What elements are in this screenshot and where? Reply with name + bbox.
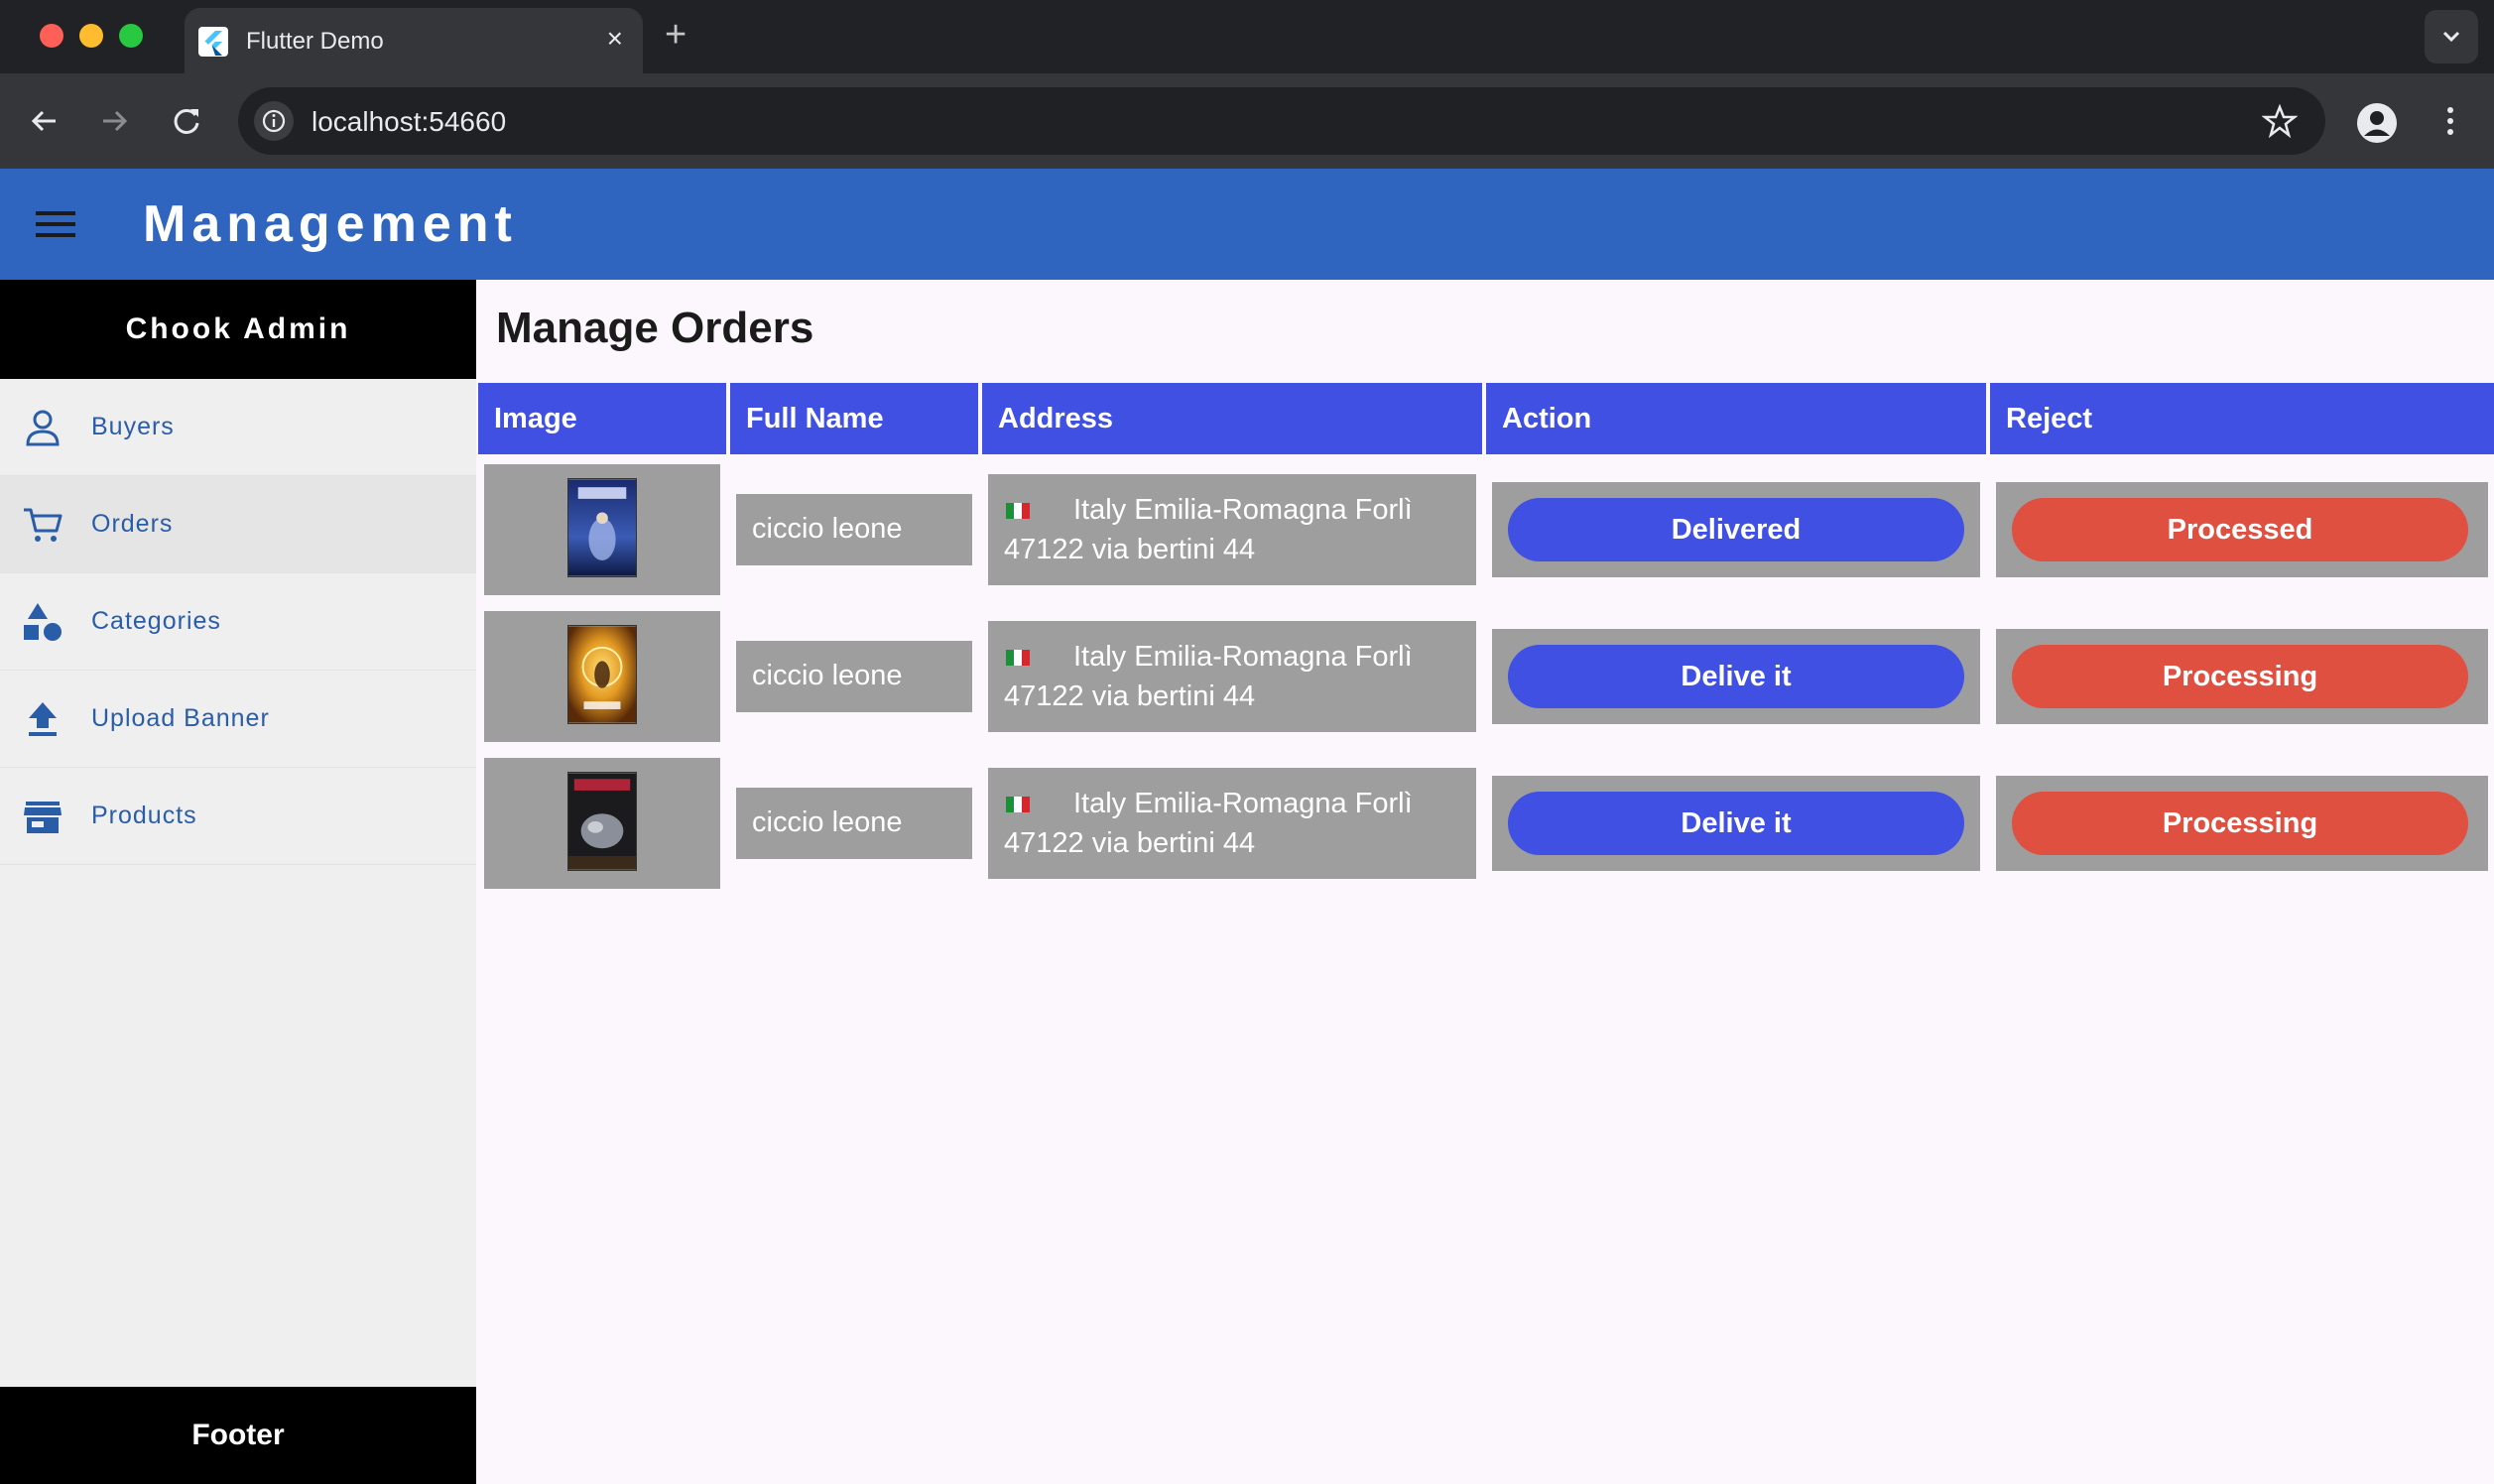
profile-avatar-icon[interactable]: [2355, 101, 2399, 145]
sidebar-item-label: Orders: [91, 510, 174, 538]
address-cell: Italy Emilia-Romagna Forlì 47122 via ber…: [988, 621, 1476, 732]
address-line2: 47122 via bertini 44: [1004, 534, 1256, 565]
cart-icon: [24, 508, 62, 542]
site-info-icon[interactable]: [254, 101, 294, 141]
flutter-logo-icon: [198, 27, 228, 57]
sidebar-item-products[interactable]: Products: [0, 768, 476, 865]
address-bar[interactable]: localhost:54660: [238, 87, 2325, 155]
column-header-action: Action: [1486, 383, 1986, 454]
product-thumbnail-image: [567, 478, 637, 577]
new-tab-button[interactable]: +: [665, 16, 686, 54]
address-line2: 47122 via bertini 44: [1004, 827, 1256, 859]
action-cell: Delivered: [1492, 482, 1980, 577]
action-cell: Delive it: [1492, 776, 1980, 871]
image-cell: [484, 758, 720, 889]
chevron-down-icon: [2442, 31, 2460, 43]
tab-title: Flutter Demo: [246, 28, 384, 55]
delivered-button[interactable]: Delivered: [1508, 498, 1964, 561]
forward-arrow-icon[interactable]: [95, 101, 135, 141]
browser-tab-bar: Flutter Demo × +: [0, 0, 2494, 73]
url-text: localhost:54660: [312, 106, 507, 137]
processing-button[interactable]: Processing: [2012, 792, 2468, 855]
bookmark-star-icon[interactable]: [2262, 103, 2298, 139]
person-icon: [26, 410, 60, 446]
window-minimize-button[interactable]: [79, 24, 103, 48]
address-line1: Italy Emilia-Romagna Forlì: [1073, 494, 1413, 526]
tab-close-icon[interactable]: ×: [607, 24, 623, 54]
sidebar-header: Chook Admin: [0, 280, 476, 379]
sidebar-item-buyers[interactable]: Buyers: [0, 379, 476, 476]
processed-button[interactable]: Processed: [2012, 498, 2468, 561]
browser-tab[interactable]: Flutter Demo ×: [185, 8, 643, 73]
column-header-reject: Reject: [1990, 383, 2494, 454]
reject-cell: Processing: [1996, 629, 2488, 724]
sidebar-footer: Footer: [0, 1387, 476, 1484]
store-icon: [24, 802, 62, 833]
sidebar: Chook Admin Buyers Orders Categories Upl…: [0, 280, 476, 1484]
main-content: Manage Orders Image Full Name Address Ac…: [476, 280, 2494, 1484]
sidebar-item-label: Buyers: [91, 413, 175, 440]
reject-cell: Processed: [1996, 482, 2488, 577]
address-cell: Italy Emilia-Romagna Forlì 47122 via ber…: [988, 768, 1476, 879]
image-cell: [484, 611, 720, 742]
column-header-address: Address: [982, 383, 1482, 454]
window-maximize-button[interactable]: [119, 24, 143, 48]
full-name-cell: ciccio leone: [736, 788, 972, 859]
italy-flag-icon: [1006, 650, 1030, 667]
address-cell: Italy Emilia-Romagna Forlì 47122 via ber…: [988, 474, 1476, 585]
upload-icon: [29, 702, 57, 736]
hamburger-menu-icon[interactable]: [36, 208, 75, 240]
sidebar-item-categories[interactable]: Categories: [0, 573, 476, 671]
browser-menu-icon[interactable]: [2432, 103, 2468, 139]
action-cell: Delive it: [1492, 629, 1980, 724]
address-line2: 47122 via bertini 44: [1004, 680, 1256, 712]
reject-cell: Processing: [1996, 776, 2488, 871]
column-header-full-name: Full Name: [730, 383, 978, 454]
deliver-it-button[interactable]: Delive it: [1508, 645, 1964, 708]
product-thumbnail-image: [567, 625, 637, 724]
reload-icon[interactable]: [167, 101, 206, 141]
window-close-button[interactable]: [40, 24, 63, 48]
sidebar-item-orders[interactable]: Orders: [0, 476, 476, 573]
image-cell: [484, 464, 720, 595]
deliver-it-button[interactable]: Delive it: [1508, 792, 1964, 855]
page-title: Manage Orders: [496, 304, 814, 352]
processing-button[interactable]: Processing: [2012, 645, 2468, 708]
app-title: Management: [143, 195, 518, 253]
sidebar-item-upload-banner[interactable]: Upload Banner: [0, 671, 476, 768]
address-line1: Italy Emilia-Romagna Forlì: [1073, 641, 1413, 673]
tab-search-button[interactable]: [2425, 10, 2478, 63]
product-thumbnail-image: [567, 772, 637, 871]
column-header-image: Image: [478, 383, 726, 454]
full-name-cell: ciccio leone: [736, 494, 972, 565]
browser-toolbar: localhost:54660: [0, 73, 2494, 169]
italy-flag-icon: [1006, 503, 1030, 520]
app-bar: Management: [0, 169, 2494, 280]
sidebar-item-label: Categories: [91, 607, 221, 635]
address-line1: Italy Emilia-Romagna Forlì: [1073, 788, 1413, 819]
italy-flag-icon: [1006, 797, 1030, 813]
full-name-cell: ciccio leone: [736, 641, 972, 712]
sidebar-item-label: Products: [91, 802, 197, 829]
back-arrow-icon[interactable]: [24, 101, 63, 141]
category-icon: [24, 603, 62, 641]
sidebar-item-label: Upload Banner: [91, 704, 270, 732]
